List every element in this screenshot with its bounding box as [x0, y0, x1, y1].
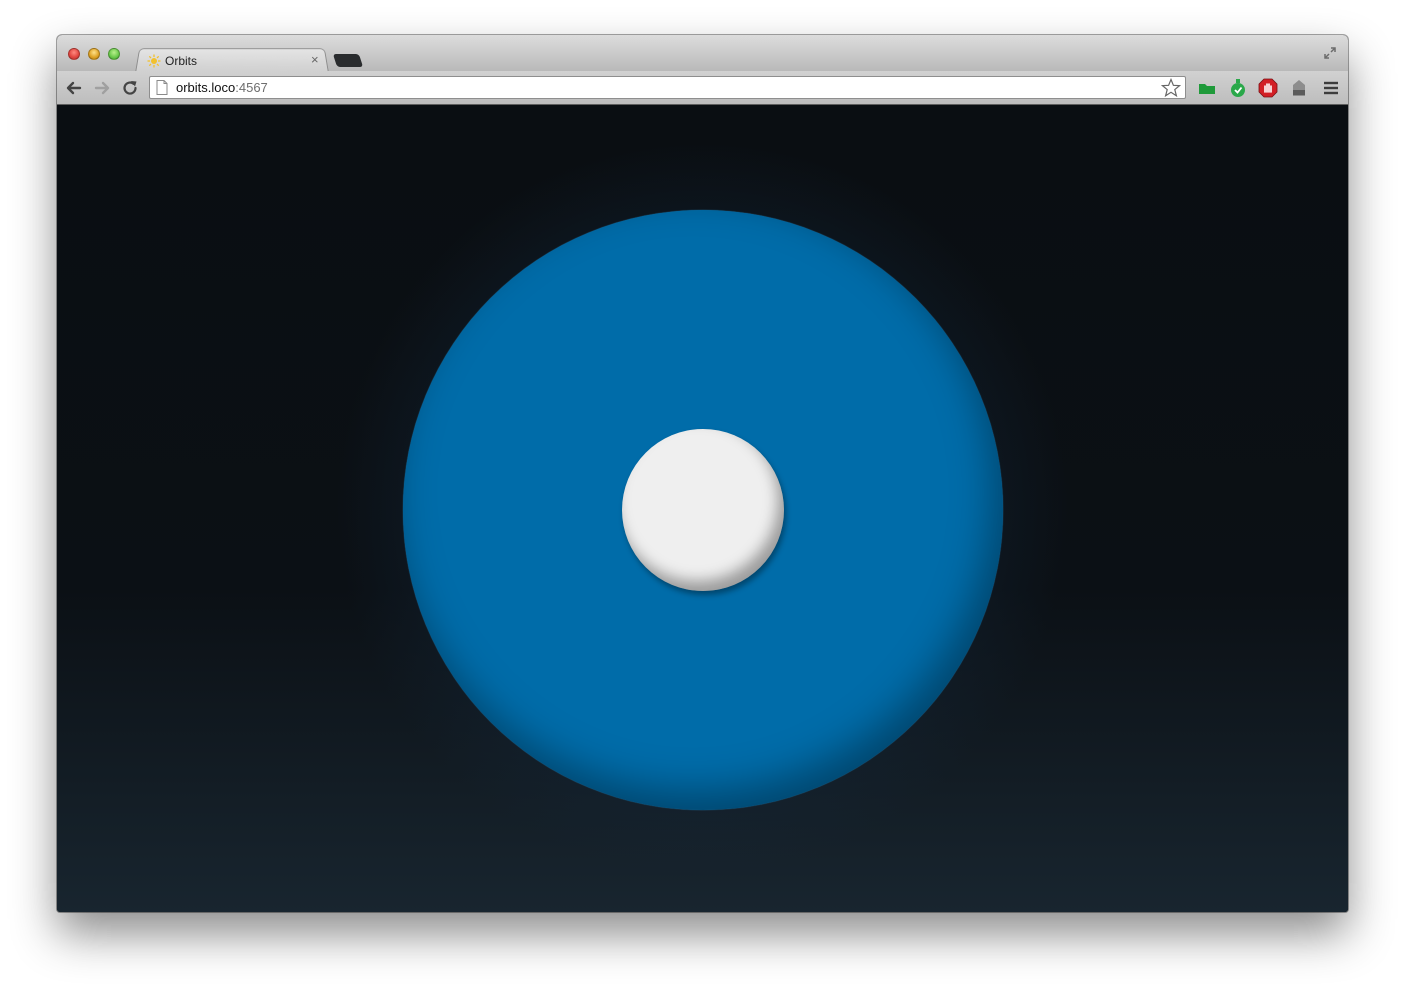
forward-arrow-icon[interactable]	[93, 79, 111, 97]
browser-toolbar: orbits.loco:4567	[57, 71, 1348, 105]
page-icon	[156, 80, 168, 95]
planet-circle[interactable]	[622, 429, 784, 591]
url-host: orbits.loco	[176, 80, 236, 95]
tab-close-button[interactable]: ×	[311, 50, 319, 70]
page-viewport	[57, 105, 1348, 912]
close-window-button[interactable]	[68, 48, 80, 60]
browser-window: Orbits × orbits.loco:4567	[57, 35, 1348, 912]
address-bar[interactable]: orbits.loco:4567	[149, 76, 1186, 99]
back-arrow-icon[interactable]	[65, 79, 83, 97]
reload-icon[interactable]	[121, 79, 139, 97]
sun-favicon-icon	[147, 54, 161, 68]
url-text: orbits.loco:4567	[176, 80, 268, 95]
star-icon[interactable]	[1161, 78, 1181, 98]
tag-extension-icon[interactable]	[1289, 78, 1309, 98]
zoom-window-button[interactable]	[108, 48, 120, 60]
url-port: :4567	[235, 80, 268, 95]
green-folder-extension-icon[interactable]	[1197, 78, 1217, 98]
green-bottle-extension-icon[interactable]	[1228, 78, 1248, 98]
minimize-window-button[interactable]	[88, 48, 100, 60]
title-bar: Orbits ×	[57, 35, 1348, 73]
tab-label-group: Orbits	[147, 51, 197, 71]
red-stop-hand-extension-icon[interactable]	[1258, 78, 1278, 98]
fullscreen-icon[interactable]	[1322, 45, 1338, 61]
hamburger-menu-icon[interactable]	[1321, 78, 1341, 98]
new-tab-button[interactable]	[332, 54, 364, 67]
tab-title: Orbits	[165, 54, 198, 68]
